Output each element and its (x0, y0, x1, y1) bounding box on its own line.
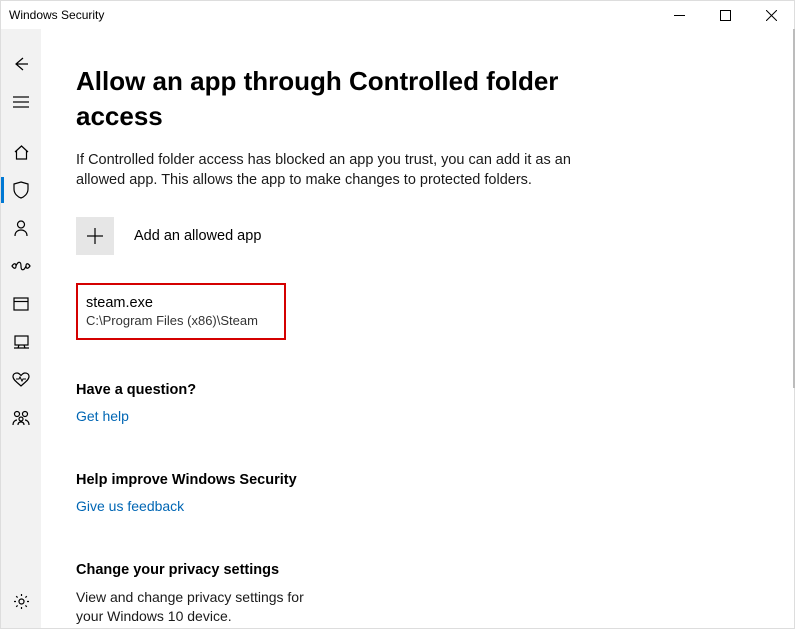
close-button[interactable] (748, 1, 794, 29)
sidebar-item-settings[interactable] (1, 582, 41, 620)
page-description: If Controlled folder access has blocked … (76, 150, 581, 191)
sidebar-item-family[interactable] (1, 399, 41, 437)
add-allowed-app-button[interactable]: Add an allowed app (76, 217, 794, 255)
app-name: steam.exe (86, 295, 276, 311)
sidebar-item-home[interactable] (1, 133, 41, 171)
back-button[interactable] (1, 45, 41, 83)
main-content: Allow an app through Controlled folder a… (41, 29, 794, 628)
sidebar-item-firewall[interactable] (1, 247, 41, 285)
sidebar-item-device-security[interactable] (1, 323, 41, 361)
improve-heading: Help improve Windows Security (76, 472, 794, 488)
window-title: Windows Security (9, 8, 104, 22)
maximize-button[interactable] (702, 1, 748, 29)
plus-icon (76, 217, 114, 255)
sidebar-item-protection[interactable] (1, 171, 41, 209)
minimize-button[interactable] (656, 1, 702, 29)
sidebar (1, 29, 41, 628)
privacy-description: View and change privacy settings for you… (76, 588, 326, 627)
privacy-heading: Change your privacy settings (76, 562, 794, 578)
app-path: C:\Program Files (x86)\Steam (86, 313, 276, 328)
give-feedback-link[interactable]: Give us feedback (76, 498, 184, 514)
sidebar-item-account[interactable] (1, 209, 41, 247)
add-allowed-app-label: Add an allowed app (134, 228, 261, 244)
have-question-heading: Have a question? (76, 382, 794, 398)
window-controls (656, 1, 794, 29)
allowed-app-entry[interactable]: steam.exe C:\Program Files (x86)\Steam (76, 283, 286, 340)
scrollbar[interactable] (789, 29, 795, 628)
titlebar: Windows Security (1, 1, 794, 29)
hamburger-menu-icon[interactable] (1, 83, 41, 121)
sidebar-item-app-control[interactable] (1, 285, 41, 323)
page-title: Allow an app through Controlled folder a… (76, 64, 596, 134)
sidebar-item-health[interactable] (1, 361, 41, 399)
get-help-link[interactable]: Get help (76, 408, 129, 424)
